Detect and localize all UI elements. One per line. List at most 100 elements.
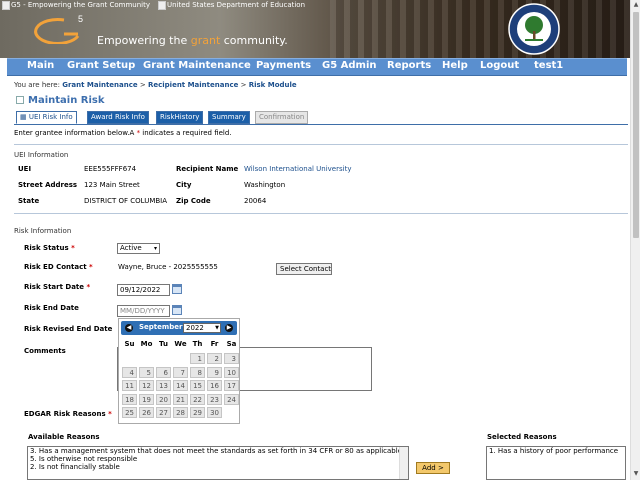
breadcrumb: You are here: Grant Maintenance > Recipi… (14, 81, 297, 89)
datepicker-weekday-su: Su (124, 340, 135, 348)
risk-ed-contact-label: Risk ED Contact * (24, 263, 93, 271)
list-item[interactable]: 3. Has a management system that does not… (28, 447, 408, 455)
calendar-icon[interactable] (172, 305, 182, 315)
tab-confirmation: Confirmation (255, 111, 309, 124)
list-item[interactable]: 5. Is otherwise not responsible (28, 455, 408, 463)
calendar-icon[interactable] (172, 284, 182, 294)
datepicker-day[interactable]: 7 (173, 366, 188, 378)
svg-text:5: 5 (78, 14, 83, 24)
datepicker-header: ◀ September 2022 ▼ ▶ (121, 321, 237, 335)
datepicker-day[interactable]: 26 (139, 407, 154, 418)
datepicker-day[interactable]: 6 (156, 366, 171, 378)
chevron-down-icon: ▼ (215, 325, 219, 331)
scroll-up-icon[interactable]: ▲ (632, 1, 640, 9)
datepicker-day[interactable]: 30 (207, 407, 222, 418)
nav-reports[interactable]: Reports (387, 60, 431, 71)
page-title: Maintain Risk (16, 95, 105, 106)
datepicker-day[interactable]: 4 (122, 366, 137, 378)
list-item[interactable]: 1. Has a history of poor performance (487, 447, 625, 455)
selected-reasons-list[interactable]: 1. Has a history of poor performance (486, 446, 626, 480)
datepicker-day[interactable]: 1 (190, 353, 205, 364)
nav-main[interactable]: Main (27, 60, 54, 71)
risk-end-date-input[interactable]: MM/DD/YYYY (117, 305, 170, 317)
breadcrumb-risk-module[interactable]: Risk Module (249, 81, 297, 89)
tab-summary[interactable]: Summary (208, 111, 250, 124)
datepicker-day[interactable]: 3 (224, 353, 239, 364)
header-banner: G5 - Empowering the Grant Community Unit… (0, 0, 630, 58)
recipient-name-link[interactable]: Wilson International University (244, 165, 351, 173)
datepicker-weekday-fr: Fr (210, 340, 219, 348)
street-address-label: Street Address (18, 181, 78, 189)
datepicker-day[interactable]: 5 (139, 366, 154, 378)
selected-reasons-label: Selected Reasons (487, 433, 557, 441)
nav-grant-maintenance[interactable]: Grant Maintenance (143, 60, 251, 71)
breadcrumb-grant-maintenance[interactable]: Grant Maintenance (62, 81, 137, 89)
datepicker-day[interactable]: 14 (173, 380, 188, 391)
datepicker-day[interactable]: 28 (173, 407, 188, 418)
select-contact-button[interactable]: Select Contact (276, 263, 332, 275)
department-seal-icon (508, 3, 560, 55)
nav-payments[interactable]: Payments (256, 60, 311, 71)
available-reasons-list[interactable]: 3. Has a management system that does not… (27, 446, 409, 480)
datepicker-day[interactable]: 27 (156, 407, 171, 418)
datepicker-day[interactable]: 29 (190, 407, 205, 418)
datepicker-day[interactable]: 2 (207, 353, 222, 364)
risk-status-select[interactable]: Active ▾ (117, 243, 160, 254)
datepicker-day[interactable]: 24 (224, 393, 239, 405)
prev-month-icon[interactable]: ◀ (125, 324, 133, 332)
nav-user[interactable]: test1 (534, 60, 563, 71)
risk-ed-contact-value: Wayne, Bruce - 2025555555 (118, 263, 218, 271)
tab-uei-risk-info[interactable]: ▦ UEI Risk Info (16, 111, 77, 124)
datepicker-weekday-we: We (174, 340, 187, 348)
street-address-value: 123 Main Street (84, 181, 140, 189)
datepicker-day[interactable]: 18 (122, 393, 137, 405)
datepicker-day[interactable]: 20 (156, 393, 171, 405)
list-item[interactable]: 2. Is not financially stable (28, 463, 408, 471)
datepicker-day[interactable]: 17 (224, 380, 239, 391)
datepicker-day[interactable]: 15 (190, 380, 205, 391)
datepicker-popup: ◀ September 2022 ▼ ▶ Su Mo Tu We Th Fr Sa 1 2 3 4 5 6… (118, 318, 240, 424)
nav-help[interactable]: Help (442, 60, 468, 71)
nav-g5-admin[interactable]: G5 Admin (322, 60, 377, 71)
library-shelves-photo (330, 0, 630, 58)
instructions: Enter grantee information below.A * indi… (14, 129, 232, 137)
nav-grant-setup[interactable]: Grant Setup (67, 60, 135, 71)
scrollbar-thumb[interactable] (633, 12, 639, 238)
add-reason-button[interactable]: Add > (416, 462, 450, 474)
city-value: Washington (244, 181, 286, 189)
divider (14, 213, 628, 214)
datepicker-day[interactable]: 9 (207, 366, 222, 378)
datepicker-weekday-sa: Sa (226, 340, 237, 348)
breadcrumb-recipient-maintenance[interactable]: Recipient Maintenance (148, 81, 238, 89)
tab-risk-history[interactable]: RiskHistory (156, 111, 204, 124)
next-month-icon[interactable]: ▶ (225, 324, 233, 332)
datepicker-day[interactable]: 11 (122, 380, 137, 391)
datepicker-weekday-th: Th (192, 340, 203, 348)
divider (14, 144, 628, 145)
page-scrollbar[interactable]: ▲ ▼ (630, 0, 640, 480)
datepicker-day[interactable]: 10 (224, 366, 239, 378)
datepicker-day[interactable]: 23 (207, 393, 222, 405)
zip-code-value: 20064 (244, 197, 267, 205)
datepicker-day[interactable]: 19 (139, 393, 154, 405)
datepicker-day[interactable]: 25 (122, 407, 137, 418)
datepicker-day[interactable]: 21 (173, 393, 188, 405)
state-label: State (18, 197, 40, 205)
zip-code-label: Zip Code (176, 197, 211, 205)
state-value: DISTRICT OF COLUMBIA (84, 197, 168, 205)
g5-logo-alt: G5 - Empowering the Grant Community (2, 1, 150, 10)
datepicker-year-select[interactable]: 2022 ▼ (183, 323, 221, 333)
datepicker-day[interactable]: 8 (190, 366, 205, 378)
scroll-down-icon[interactable]: ▼ (632, 470, 640, 478)
edgar-risk-reasons-label: EDGAR Risk Reasons * (24, 410, 112, 418)
datepicker-day[interactable]: 16 (207, 380, 222, 391)
risk-start-date-input[interactable]: 09/12/2022 (117, 284, 170, 296)
uei-label: UEI (18, 165, 32, 173)
list-scrollbar[interactable] (399, 447, 408, 479)
datepicker-day[interactable]: 12 (139, 380, 154, 391)
nav-logout[interactable]: Logout (480, 60, 519, 71)
datepicker-day[interactable]: 13 (156, 380, 171, 391)
page-icon (16, 96, 24, 104)
datepicker-day[interactable]: 22 (190, 393, 205, 405)
tab-award-risk-info[interactable]: Award Risk Info (87, 111, 149, 124)
